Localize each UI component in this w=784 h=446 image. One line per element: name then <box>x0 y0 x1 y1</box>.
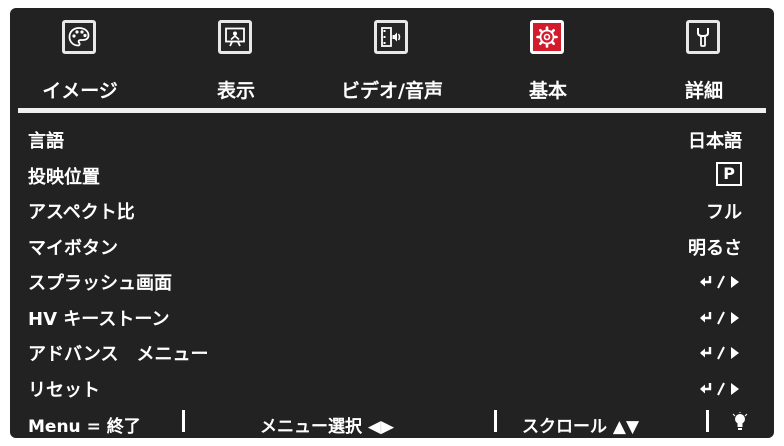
advanced-icon-box <box>686 20 720 54</box>
setting-value: フル <box>706 202 742 223</box>
footer-menu-select: メニュー選択 ◀▶ <box>260 417 395 437</box>
osd-footer-help: Menu = 終了 メニュー選択 ◀▶ スクロール ▲▼ <box>10 406 774 438</box>
lightbulb-icon <box>732 412 748 430</box>
projection-mode-badge: P <box>716 161 742 186</box>
tab-basic[interactable]: 基本 <box>488 14 608 104</box>
palette-icon-box <box>62 20 96 54</box>
tab-display[interactable]: 表示 <box>176 14 296 104</box>
setting-label: 言語 <box>28 131 64 152</box>
setting-label: 投映位置 <box>28 166 100 188</box>
display-icon-box <box>218 20 252 54</box>
footer-scroll: スクロール ▲▼ <box>522 417 640 437</box>
setting-row-projection[interactable]: 投映位置 P <box>10 158 774 194</box>
tab-image-label: イメージ <box>42 80 118 102</box>
menu-tab-bar: イメージ 表示 ビデオ/音声 基本 詳細 <box>10 8 774 106</box>
basic-icon-box <box>530 20 564 54</box>
setting-label: リセット <box>28 379 100 401</box>
setting-row-hv-keystone[interactable]: HV キーストーン <box>10 300 774 336</box>
footer-separator <box>182 410 185 432</box>
enter-right-arrow-icon <box>700 275 739 289</box>
film-audio-icon <box>381 27 401 47</box>
setting-row-advanced-menu[interactable]: アドバンス メニュー <box>10 335 774 371</box>
footer-separator <box>706 410 709 432</box>
enter-right-arrow-icon <box>700 382 739 395</box>
footer-menu-exit: Menu = 終了 <box>28 417 141 437</box>
gear-icon <box>536 26 558 48</box>
projector-osd-menu: イメージ 表示 ビデオ/音声 基本 詳細 言語 日本語 投映位置 P アスペクト… <box>10 8 774 438</box>
setting-value: 日本語 <box>688 131 742 152</box>
tab-advanced[interactable]: 詳細 <box>644 14 764 104</box>
setting-row-reset[interactable]: リセット <box>10 371 774 407</box>
setting-row-language[interactable]: 言語 日本語 <box>10 122 774 158</box>
setting-label: HV キーストーン <box>28 308 170 330</box>
tab-basic-label: 基本 <box>528 80 567 102</box>
header-divider <box>18 108 766 113</box>
display-screen-icon <box>225 27 245 47</box>
setting-row-splash-screen[interactable]: スプラッシュ画面 <box>10 264 774 300</box>
setting-label: アドバンス メニュー <box>28 344 209 365</box>
setting-row-my-button[interactable]: マイボタン 明るさ <box>10 229 774 265</box>
tab-video-audio[interactable]: ビデオ/音声 <box>332 14 452 104</box>
tab-display-label: 表示 <box>216 80 255 102</box>
enter-right-arrow-icon <box>700 346 739 360</box>
palette-icon <box>68 27 90 47</box>
wrench-icon <box>697 28 709 47</box>
video-audio-icon-box <box>374 20 408 54</box>
tab-video-audio-label: ビデオ/音声 <box>341 80 443 102</box>
tab-image[interactable]: イメージ <box>20 14 140 104</box>
setting-label: アスペクト比 <box>28 202 135 223</box>
setting-label: スプラッシュ画面 <box>28 273 172 294</box>
footer-separator <box>494 410 497 432</box>
setting-label: マイボタン <box>28 237 118 259</box>
enter-right-arrow-icon <box>700 311 739 324</box>
setting-value: 明るさ <box>688 237 742 259</box>
setting-row-aspect-ratio[interactable]: アスペクト比 フル <box>10 193 774 229</box>
settings-list: 言語 日本語 投映位置 P アスペクト比 フル マイボタン 明るさ スプラッシュ… <box>10 122 774 406</box>
tab-advanced-label: 詳細 <box>684 80 723 102</box>
